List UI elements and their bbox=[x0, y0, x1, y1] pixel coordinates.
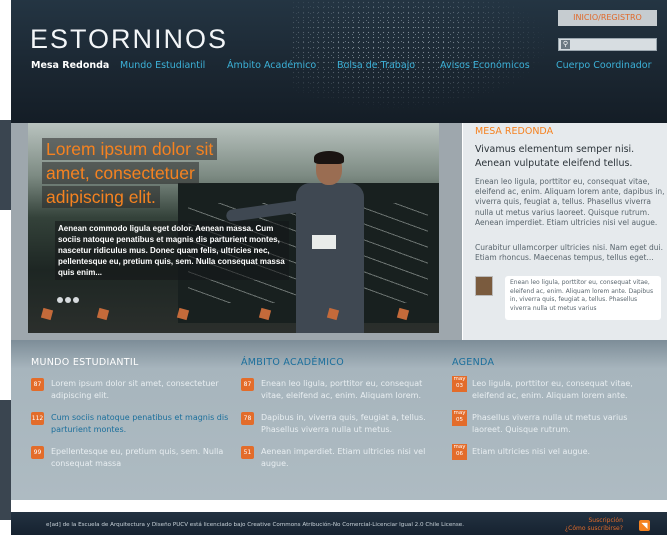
list-item[interactable]: 78 Dapibus in, viverra quis, feugiat a, t… bbox=[241, 412, 441, 435]
comment-bubble: Enean leo ligula, porttitor eu, consequa… bbox=[505, 276, 661, 320]
item-text: Cum sociis natoque penatibus et magnis d… bbox=[51, 413, 229, 434]
subscription-link[interactable]: Suscripción ¿Cómo suscribirse? bbox=[565, 517, 623, 533]
column-mundo-estudiantil: MUNDO ESTUDIANTIL 87 Lorem ipsum dolor si… bbox=[31, 357, 231, 480]
comment-count-badge: 51 bbox=[241, 446, 254, 459]
nav-item-ambito-academico[interactable]: Ámbito Académico bbox=[227, 60, 316, 71]
item-text: Lorem ipsum dolor sit amet, consectetuer… bbox=[51, 379, 219, 400]
search-input[interactable]: ⚲ bbox=[558, 38, 657, 51]
list-item[interactable]: 112 Cum sociis natoque penatibus et magni… bbox=[31, 412, 231, 435]
column-heading[interactable]: AGENDA bbox=[452, 357, 652, 368]
list-item[interactable]: 87 Lorem ipsum dolor sit amet, consectetu… bbox=[31, 378, 231, 401]
date-badge: may 05 bbox=[452, 410, 467, 426]
nav-item-mundo-estudiantil[interactable]: Mundo Estudiantil bbox=[120, 60, 205, 71]
column-ambito-academico: ÁMBITO ACADÉMICO 87 Enean leo ligula, por… bbox=[241, 357, 441, 480]
comment-count-badge: 99 bbox=[31, 446, 44, 459]
lecturer-figure bbox=[225, 151, 366, 333]
comment-count-badge: 112 bbox=[31, 412, 44, 425]
agenda-item[interactable]: may 05 Phasellus viverra nulla ut metus va… bbox=[452, 410, 652, 435]
slider-dot[interactable] bbox=[65, 297, 71, 303]
item-text: Dapibus in, viverra quis, feugiat a, tel… bbox=[261, 413, 426, 434]
comment-count-badge: 87 bbox=[241, 378, 254, 391]
hero-headline-line: amet, consectetuer bbox=[42, 162, 199, 184]
item-text: Phasellus viverra nulla ut metus varius … bbox=[472, 413, 628, 434]
slider-dot[interactable] bbox=[57, 297, 63, 303]
sidebar-paragraph: Curabitur ullamcorper ultricies nisi. Na… bbox=[475, 243, 663, 263]
commenter-avatar[interactable] bbox=[475, 276, 493, 296]
column-heading[interactable]: ÁMBITO ACADÉMICO bbox=[241, 357, 441, 368]
item-text: Aenean imperdiet. Etiam ultricies nisi v… bbox=[261, 447, 426, 468]
hero-headline[interactable]: Lorem ipsum dolor sit amet, consectetuer… bbox=[42, 138, 218, 210]
column-agenda: AGENDA may 03 Leo ligula, porttitor eu, co… bbox=[452, 357, 652, 469]
comment-count-badge: 78 bbox=[241, 412, 254, 425]
column-heading[interactable]: MUNDO ESTUDIANTIL bbox=[31, 357, 231, 368]
agenda-item[interactable]: may 03 Leo ligula, porttitor eu, consequat… bbox=[452, 376, 652, 401]
comment-count-badge: 87 bbox=[31, 378, 44, 391]
list-item[interactable]: 99 Epellentesque eu, pretium quis, sem. N… bbox=[31, 446, 231, 469]
hero-headline-line: Lorem ipsum dolor sit bbox=[42, 138, 218, 160]
nav-item-bolsa-de-trabajo[interactable]: Bolsa de Trabajo bbox=[337, 60, 415, 71]
nav-item-cuerpo-coordinador[interactable]: Cuerpo Coordinador bbox=[556, 60, 652, 71]
slider-dot[interactable] bbox=[73, 297, 79, 303]
starfield-decoration bbox=[291, 0, 551, 110]
item-text: Enean leo ligula, porttitor eu, consequa… bbox=[261, 379, 423, 400]
item-text: Epellentesque eu, pretium quis, sem. Nul… bbox=[51, 447, 224, 468]
date-badge: may 03 bbox=[452, 376, 467, 392]
left-edge bbox=[0, 0, 11, 535]
login-register-button[interactable]: INICIO/REGISTRO bbox=[558, 10, 657, 26]
site-header: ESTORNINOS INICIO/REGISTRO ⚲ Mesa Redond… bbox=[11, 0, 667, 123]
license-text: e[ad] de la Escuela de Arquitectura y Di… bbox=[46, 522, 464, 528]
slider-dots bbox=[57, 288, 81, 307]
date-badge: may 06 bbox=[452, 444, 467, 460]
sidebar-subtitle: Vivamus elementum semper nisi. Aenean vu… bbox=[475, 144, 635, 169]
item-text: Leo ligula, porttitor eu, consequat vita… bbox=[472, 379, 633, 400]
list-item[interactable]: 51 Aenean imperdiet. Etiam ultricies nisi… bbox=[241, 446, 441, 469]
search-icon[interactable]: ⚲ bbox=[561, 40, 570, 49]
hero-headline-line: adipiscing elit. bbox=[42, 186, 160, 208]
agenda-item[interactable]: may 06 Etiam ultricies nisi vel augue. bbox=[452, 444, 652, 460]
sidebar-kicker[interactable]: MESA REDONDA bbox=[475, 126, 553, 137]
paper-markers bbox=[28, 307, 439, 323]
sidebar-paragraph: Enean leo ligula, porttitor eu, consequa… bbox=[475, 177, 665, 227]
site-logo[interactable]: ESTORNINOS bbox=[30, 24, 228, 55]
nav-item-avisos-economicos[interactable]: Avisos Económicos bbox=[440, 60, 530, 71]
main-nav: Mesa Redonda Mundo Estudiantil Ámbito Ac… bbox=[11, 60, 667, 76]
site-footer: e[ad] de la Escuela de Arquitectura y Di… bbox=[11, 512, 667, 535]
hero-summary: Aenean commodo ligula eget dolor. Aenean… bbox=[55, 221, 289, 280]
nav-item-mesa-redonda[interactable]: Mesa Redonda bbox=[31, 60, 109, 71]
rss-icon[interactable]: ◥ bbox=[639, 520, 650, 531]
list-item[interactable]: 87 Enean leo ligula, porttitor eu, conseq… bbox=[241, 378, 441, 401]
page: ESTORNINOS INICIO/REGISTRO ⚲ Mesa Redond… bbox=[11, 0, 667, 535]
item-text: Etiam ultricies nisi vel augue. bbox=[472, 447, 591, 456]
